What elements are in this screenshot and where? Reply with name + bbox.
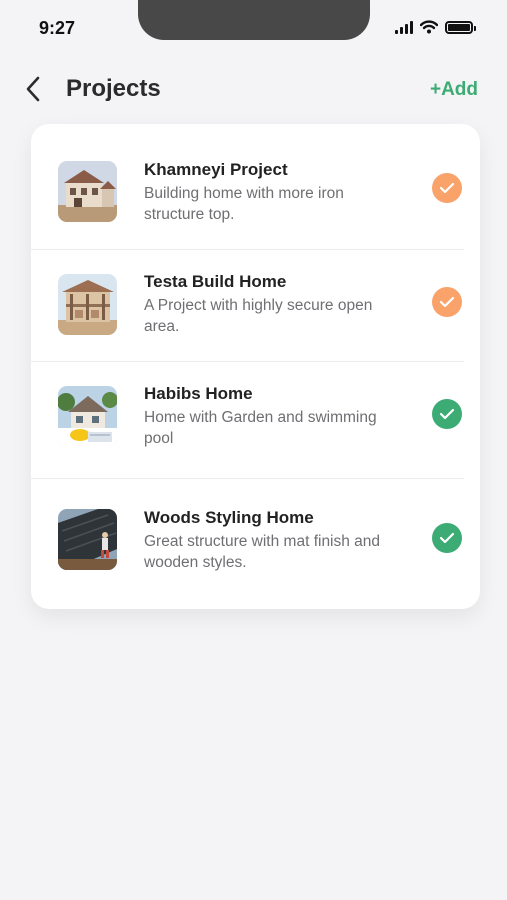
header: Projects +Add: [0, 66, 507, 112]
status-time: 9:27: [39, 18, 76, 38]
page-title: Projects: [66, 75, 161, 102]
project-thumbnail: [58, 161, 117, 222]
project-description: A Project with highly secure open area.: [144, 297, 373, 335]
project-row[interactable]: Woods Styling Home Great structure with …: [31, 479, 480, 609]
check-icon: [439, 408, 455, 420]
project-name: Khamneyi Project: [144, 160, 288, 179]
project-row[interactable]: Testa Build Home A Project with highly s…: [31, 250, 480, 362]
project-name: Habibs Home: [144, 384, 253, 403]
project-thumbnail: [58, 274, 117, 335]
battery-icon: [445, 20, 476, 34]
project-thumbnail: [58, 386, 117, 447]
status-check-badge: [432, 173, 462, 203]
device-notch: [138, 0, 370, 40]
check-icon: [439, 182, 455, 194]
status-bar: 9:27: [0, 0, 507, 56]
status-check-badge: [432, 399, 462, 429]
project-description: Building home with more iron structure t…: [144, 185, 344, 223]
project-row[interactable]: Habibs Home Home with Garden and swimmin…: [31, 362, 480, 479]
project-row[interactable]: Khamneyi Project Building home with more…: [31, 124, 480, 250]
add-project-button[interactable]: +Add: [430, 79, 478, 101]
project-description: Great structure with mat finish and wood…: [144, 533, 381, 571]
cellular-signal-icon: [395, 20, 413, 34]
projects-list-card: Khamneyi Project Building home with more…: [31, 124, 480, 609]
status-check-badge: [432, 287, 462, 317]
status-icons: [395, 20, 476, 34]
check-icon: [439, 296, 455, 308]
projects-screen: 9:27 Projects +Add Khamneyi Project Buil…: [0, 0, 507, 900]
project-description: Home with Garden and swimming pool: [144, 409, 377, 447]
check-icon: [439, 532, 455, 544]
project-name: Woods Styling Home: [144, 508, 314, 527]
project-name: Testa Build Home: [144, 272, 287, 291]
chevron-left-icon: [26, 76, 40, 102]
status-check-badge: [432, 523, 462, 553]
wifi-icon: [420, 20, 438, 34]
project-thumbnail: [58, 509, 117, 570]
back-button[interactable]: [20, 74, 48, 104]
